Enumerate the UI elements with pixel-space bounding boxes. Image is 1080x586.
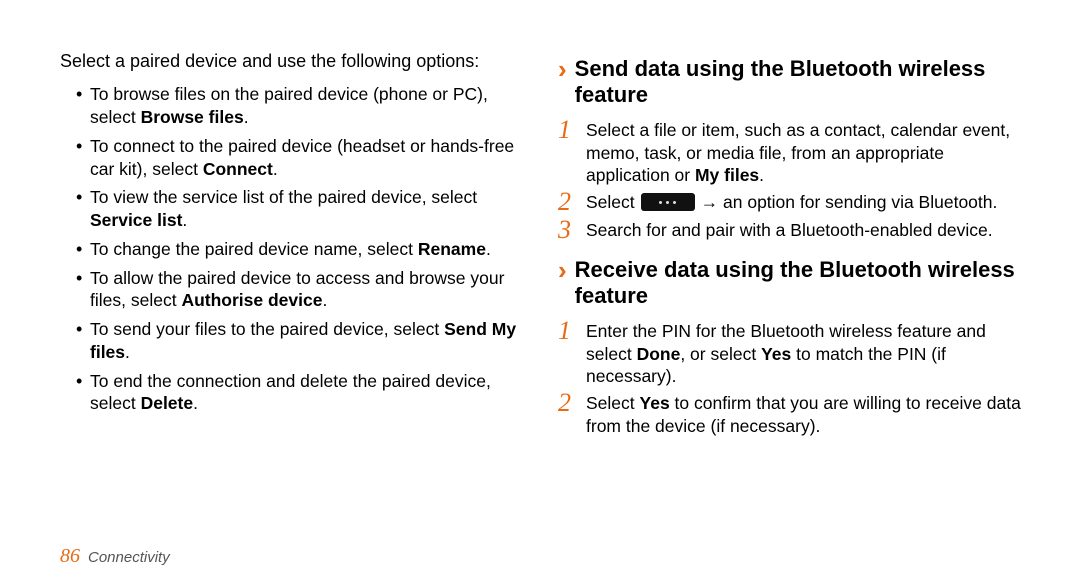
section-name: Connectivity <box>88 549 170 566</box>
step-number: 1 <box>558 318 586 344</box>
list-item: To connect to the paired device (headset… <box>76 135 522 181</box>
bullet-bold: Connect <box>203 159 273 179</box>
step-body: Search for and pair with a Bluetooth-ena… <box>586 219 1032 242</box>
intro-text: Select a paired device and use the follo… <box>60 50 522 73</box>
send-steps: 1 Select a file or item, such as a conta… <box>558 119 1032 243</box>
right-column: › Send data using the Bluetooth wireless… <box>546 50 1032 566</box>
step-body: Enter the PIN for the Bluetooth wireless… <box>586 320 1032 388</box>
bullet-post: . <box>193 393 198 413</box>
step-bold: Yes <box>640 393 670 413</box>
step-text: Select <box>586 393 640 413</box>
step-text: Select <box>586 191 635 214</box>
receive-steps: 1 Enter the PIN for the Bluetooth wirele… <box>558 320 1032 438</box>
step-bold: Done <box>637 344 681 364</box>
step-number: 3 <box>558 217 586 243</box>
page-footer: 86 Connectivity <box>60 545 170 568</box>
step-number: 2 <box>558 189 586 215</box>
bullet-post: . <box>182 210 187 230</box>
heading-text: Send data using the Bluetooth wireless f… <box>575 56 1032 109</box>
step-bold: Yes <box>761 344 791 364</box>
step-body: Select → an option for sending via Bluet… <box>586 191 1032 214</box>
bullet-post: . <box>244 107 249 127</box>
step-item: 2 Select → an option for sending via Blu… <box>558 191 1032 215</box>
bullet-bold: Authorise device <box>181 290 322 310</box>
step-text: → an option for sending via Bluetooth. <box>701 191 998 214</box>
bullet-text: To change the paired device name, select <box>90 239 418 259</box>
bullet-post: . <box>273 159 278 179</box>
step-text: Select a file or item, such as a contact… <box>586 120 1010 186</box>
list-item: To send your files to the paired device,… <box>76 318 522 364</box>
chevron-icon: › <box>558 56 567 82</box>
list-item: To change the paired device name, select… <box>76 238 522 261</box>
step-number: 2 <box>558 390 586 416</box>
step-text: , or select <box>680 344 761 364</box>
bullet-bold: Service list <box>90 210 182 230</box>
bullet-text: To connect to the paired device (headset… <box>90 136 514 179</box>
step-item: 1 Enter the PIN for the Bluetooth wirele… <box>558 320 1032 388</box>
step-text: . <box>759 165 764 185</box>
bullet-text: To send your files to the paired device,… <box>90 319 444 339</box>
bullet-bold: Browse files <box>141 107 244 127</box>
heading-text: Receive data using the Bluetooth wireles… <box>575 257 1032 310</box>
page: Select a paired device and use the follo… <box>0 0 1080 586</box>
page-number: 86 <box>60 545 80 568</box>
list-item: To allow the paired device to access and… <box>76 267 522 313</box>
step-number: 1 <box>558 117 586 143</box>
bullet-post: . <box>125 342 130 362</box>
receive-heading: › Receive data using the Bluetooth wirel… <box>558 257 1032 310</box>
chevron-icon: › <box>558 257 567 283</box>
step-bold: My files <box>695 165 759 185</box>
list-item: To view the service list of the paired d… <box>76 186 522 232</box>
menu-softkey-icon <box>641 193 695 211</box>
left-column: Select a paired device and use the follo… <box>60 50 546 566</box>
step-item: 3 Search for and pair with a Bluetooth-e… <box>558 219 1032 243</box>
bullet-post: . <box>322 290 327 310</box>
bullet-text: To view the service list of the paired d… <box>90 187 477 207</box>
step-item: 2 Select Yes to confirm that you are wil… <box>558 392 1032 438</box>
bullet-post: . <box>486 239 491 259</box>
step-body: Select a file or item, such as a contact… <box>586 119 1032 187</box>
bullet-bold: Delete <box>141 393 194 413</box>
list-item: To browse files on the paired device (ph… <box>76 83 522 129</box>
options-list: To browse files on the paired device (ph… <box>60 83 522 415</box>
step-item: 1 Select a file or item, such as a conta… <box>558 119 1032 187</box>
step-body: Select Yes to confirm that you are willi… <box>586 392 1032 438</box>
send-heading: › Send data using the Bluetooth wireless… <box>558 56 1032 109</box>
bullet-bold: Rename <box>418 239 486 259</box>
list-item: To end the connection and delete the pai… <box>76 370 522 416</box>
